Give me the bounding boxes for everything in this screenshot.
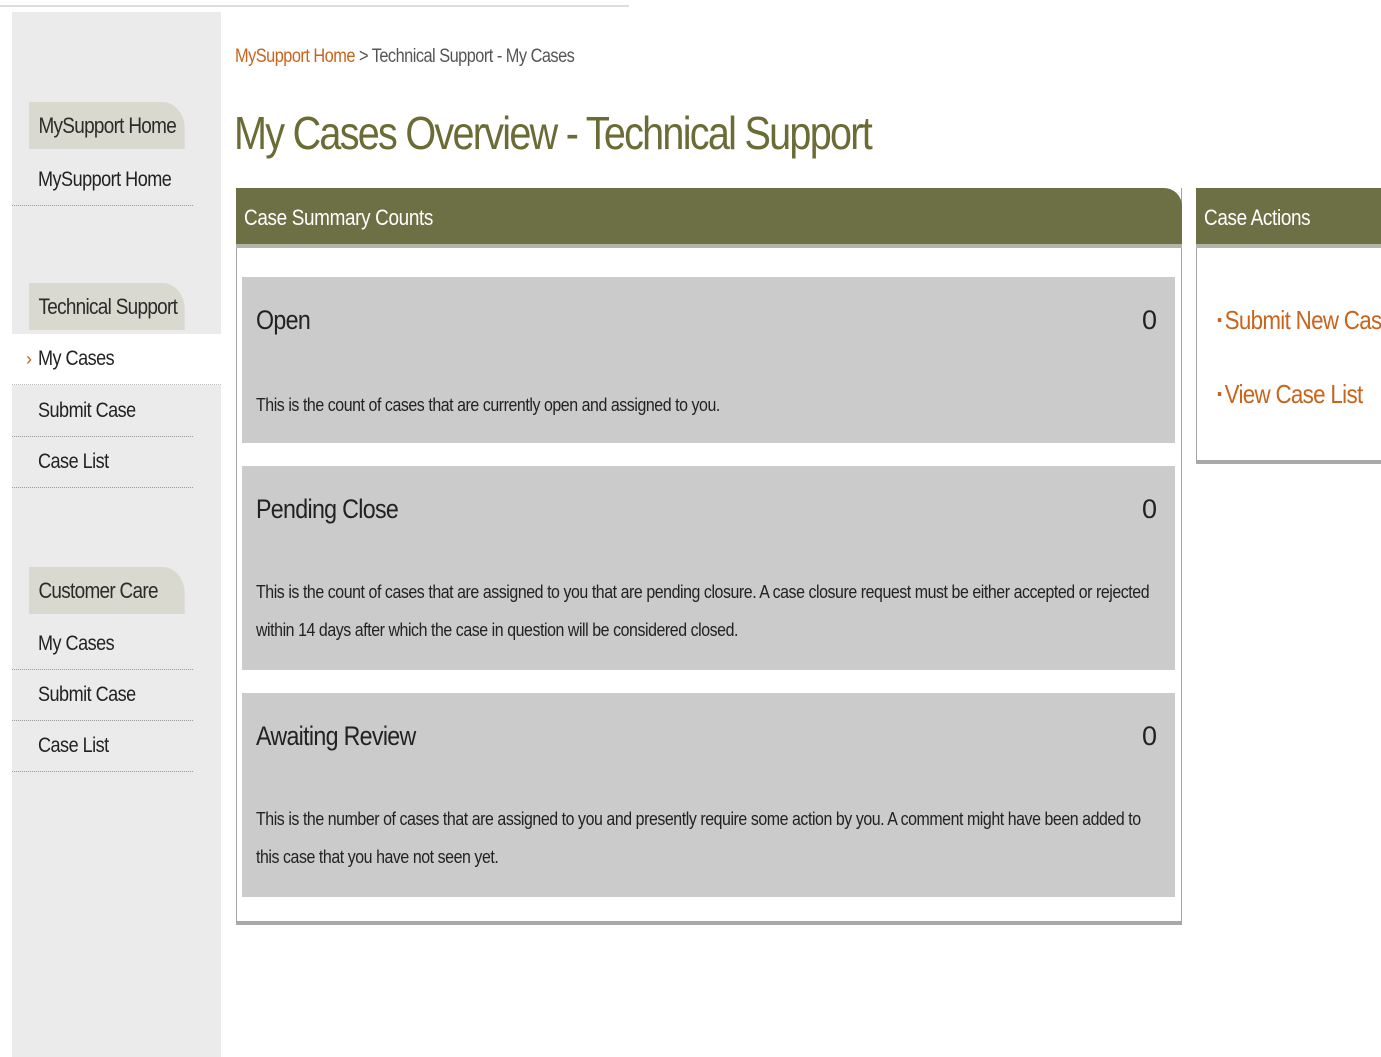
action-link-label: Submit New Case [1224, 305, 1381, 335]
sidebar-item-tech-submit-case[interactable]: Submit Case [12, 386, 193, 437]
bullet-icon: ▪ [1217, 386, 1222, 403]
page-title: My Cases Overview - Technical Support [234, 107, 873, 159]
sidebar-item-tech-case-list[interactable]: Case List [12, 437, 193, 488]
sidebar-header-technical-support: Technical Support [29, 283, 185, 330]
submit-new-case-link[interactable]: ▪ Submit New Case [1217, 305, 1381, 336]
sidebar-item-care-case-list[interactable]: Case List [12, 721, 193, 772]
case-actions-title: Case Actions [1204, 205, 1311, 230]
sidebar-item-label: My Cases [38, 632, 115, 655]
sidebar-item-label: MySupport Home [38, 168, 172, 191]
chevron-right-icon: › [26, 349, 32, 369]
view-case-list-link[interactable]: ▪ View Case List [1217, 379, 1364, 410]
summary-card-open: Open 0 This is the count of cases that a… [242, 277, 1175, 443]
sidebar-item-mysupport-home[interactable]: MySupport Home [12, 155, 193, 206]
breadcrumb-current: Technical Support - My Cases [371, 46, 575, 67]
case-actions-header: Case Actions [1196, 188, 1381, 248]
bullet-icon: ▪ [1217, 312, 1222, 329]
sidebar-item-label: Submit Case [38, 399, 136, 422]
sidebar-item-label: Submit Case [38, 683, 136, 706]
breadcrumb: MySupport Home > Technical Support - My … [235, 46, 575, 68]
sidebar-item-tech-my-cases[interactable]: › My Cases [12, 334, 221, 385]
card-description: This is the number of cases that are ass… [256, 808, 1141, 867]
action-link-label: View Case List [1224, 379, 1364, 409]
case-summary-header: Case Summary Counts [236, 188, 1182, 248]
card-title: Pending Close [256, 494, 399, 524]
card-title: Awaiting Review [256, 721, 416, 751]
card-count: 0 [1141, 494, 1157, 524]
case-summary-panel: Case Summary Counts Open 0 This is the c… [236, 188, 1182, 925]
summary-card-awaiting-review: Awaiting Review 0 This is the number of … [242, 693, 1175, 897]
sidebar-header-mysupport-home: MySupport Home [29, 102, 185, 149]
sidebar-item-label: My Cases [38, 347, 115, 370]
sidebar-item-label: Case List [38, 734, 109, 757]
breadcrumb-home-link[interactable]: MySupport Home [235, 46, 355, 67]
sidebar: MySupport Home MySupport Home Technical … [12, 12, 221, 1057]
sidebar-header-customer-care: Customer Care [29, 567, 185, 614]
summary-card-pending-close: Pending Close 0 This is the count of cas… [242, 466, 1175, 670]
breadcrumb-separator: > [354, 46, 372, 67]
case-actions-panel: Case Actions ▪ Submit New Case ▪ View Case… [1196, 188, 1381, 464]
top-divider [0, 5, 629, 7]
sidebar-item-care-submit-case[interactable]: Submit Case [12, 670, 193, 721]
card-description: This is the count of cases that are assi… [256, 581, 1150, 640]
sidebar-item-label: Case List [38, 450, 109, 473]
card-description: This is the count of cases that are curr… [256, 394, 720, 415]
card-count: 0 [1141, 721, 1157, 751]
case-summary-title: Case Summary Counts [244, 205, 434, 230]
card-count: 0 [1141, 305, 1157, 335]
card-title: Open [256, 305, 311, 335]
sidebar-item-care-my-cases[interactable]: My Cases [12, 619, 193, 670]
